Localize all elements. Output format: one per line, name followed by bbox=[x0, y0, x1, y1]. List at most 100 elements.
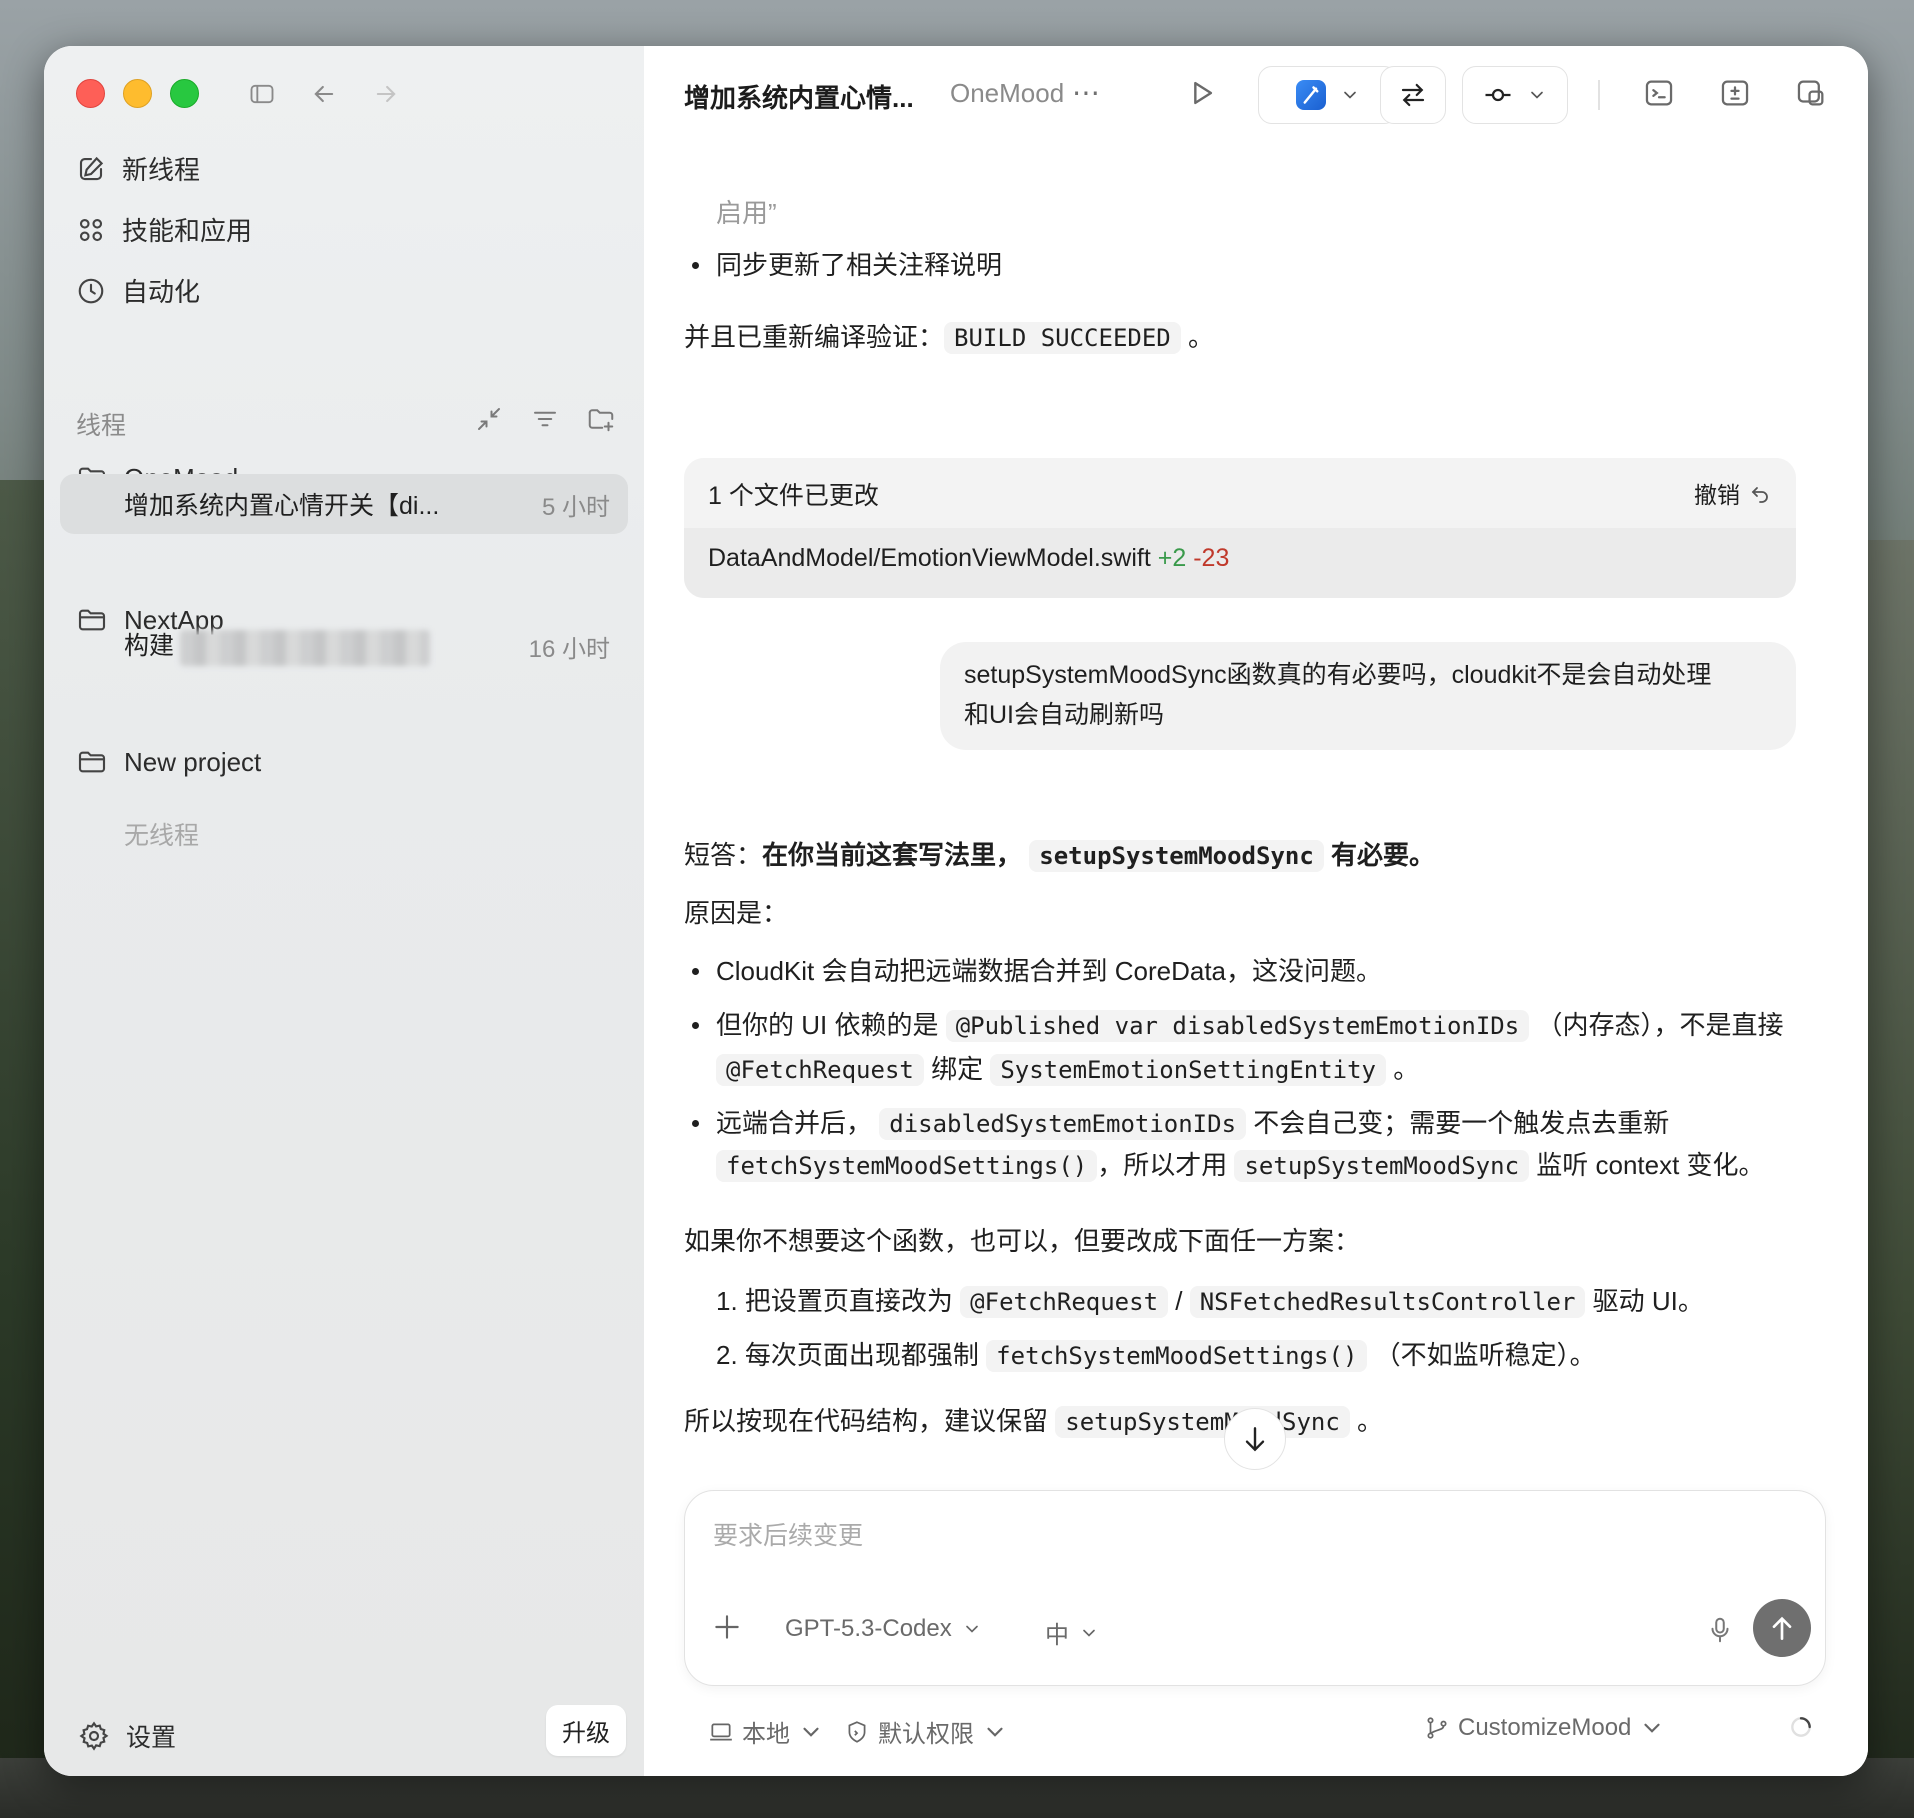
laptop-icon bbox=[710, 1723, 732, 1740]
list-item: 远端合并后， disabledSystemEmotionIDs 不会自己变；需要… bbox=[692, 1104, 1669, 1143]
additions-count: +2 bbox=[1157, 544, 1187, 572]
chevron-down-icon bbox=[1644, 1723, 1660, 1733]
file-changes-card: 1 个文件已更改 撤销 DataAndModel/EmotionViewMode… bbox=[684, 458, 1796, 598]
filter-icon[interactable] bbox=[530, 404, 560, 434]
thread-item-active[interactable]: 增加系统内置心情开关【di... 5 小时 bbox=[60, 474, 628, 534]
thread-title: 增加系统内置心情开关【di... bbox=[124, 492, 440, 520]
commit-icon bbox=[1485, 88, 1511, 102]
alternatives-title: 如果你不想要这个函数，也可以，但要改成下面任一方案： bbox=[684, 1226, 1361, 1256]
thread-item[interactable]: 构建 16 小时 bbox=[60, 616, 628, 676]
permission-selector[interactable]: 默认权限 bbox=[844, 1714, 1008, 1749]
page-title: 增加系统内置心情... bbox=[684, 83, 914, 113]
commit-dropdown[interactable] bbox=[1462, 66, 1568, 124]
send-button[interactable] bbox=[1753, 1599, 1811, 1657]
upgrade-button[interactable]: 升级 bbox=[546, 1705, 626, 1756]
undo-icon bbox=[1751, 487, 1768, 503]
arrow-down-icon bbox=[1245, 1427, 1265, 1452]
user-message-bubble: setupSystemMoodSync函数真的有必要吗，cloudkit不是会自… bbox=[940, 642, 1796, 750]
new-folder-icon[interactable] bbox=[586, 404, 616, 434]
swap-icon bbox=[1401, 83, 1425, 107]
deletions-count: -23 bbox=[1193, 544, 1230, 572]
settings-label: 设置 bbox=[126, 1724, 177, 1752]
edit-icon bbox=[79, 156, 104, 180]
nav-automation[interactable]: 自动化 bbox=[76, 272, 200, 309]
app-window: 新线程 技能和应用 自动化 线程 OneMood 增加系统内置心情开关【di..… bbox=[44, 46, 1868, 1776]
chevron-down-icon bbox=[1531, 91, 1543, 99]
ordered-item: 1. 把设置页直接改为 @FetchRequest / NSFetchedRes… bbox=[716, 1286, 1704, 1318]
branch-selector[interactable]: CustomizeMood bbox=[1424, 1714, 1665, 1742]
list-item-continuation: fetchSystemMoodSettings() ，所以才用 setupSyst… bbox=[716, 1146, 1765, 1185]
clock-icon bbox=[78, 278, 104, 303]
thread-time: 16 小时 bbox=[528, 635, 610, 663]
close-window-button[interactable] bbox=[76, 79, 105, 108]
reason-title: 原因是： bbox=[684, 898, 789, 928]
chevron-down-icon bbox=[987, 1727, 1003, 1737]
swap-button[interactable] bbox=[1380, 66, 1446, 124]
redacted-text bbox=[180, 629, 431, 666]
git-branch-icon bbox=[1427, 1717, 1447, 1739]
list-item: CloudKit 会自动把远端数据合并到 CoreData，这没问题。 bbox=[692, 952, 1382, 991]
terminal-icon[interactable] bbox=[1642, 76, 1676, 110]
arrow-up-icon bbox=[1772, 1616, 1792, 1640]
changed-file-path: DataAndModel/EmotionViewModel.swift bbox=[708, 544, 1151, 572]
nav-automation-label: 自动化 bbox=[122, 277, 201, 307]
more-options-icon[interactable]: ⋯ bbox=[1072, 76, 1101, 109]
nav-skills-apps[interactable]: 技能和应用 bbox=[76, 211, 252, 248]
list-item: 但你的 UI 依赖的是 @Published var disabledSyste… bbox=[692, 1006, 1783, 1045]
thread-title: 构建 bbox=[124, 626, 431, 666]
message-input[interactable] bbox=[711, 1521, 1795, 1552]
short-answer: 短答：在你当前这套写法里， setupSystemMoodSync 有必要。 bbox=[684, 840, 1436, 872]
build-status-code: BUILD SUCCEEDED bbox=[944, 322, 1181, 354]
changes-title: 1 个文件已更改 bbox=[708, 482, 879, 510]
toolbar-divider bbox=[1598, 80, 1600, 110]
model-selector[interactable]: GPT-5.3-Codex bbox=[785, 1615, 982, 1643]
project-label: OneMood bbox=[950, 78, 1065, 108]
microphone-icon[interactable] bbox=[1705, 1615, 1735, 1650]
sidebar: 新线程 技能和应用 自动化 线程 OneMood 增加系统内置心情开关【di..… bbox=[44, 46, 644, 1776]
threads-section-label: 线程 bbox=[76, 412, 127, 440]
folder-icon bbox=[78, 751, 106, 773]
nav-new-thread[interactable]: 新线程 bbox=[76, 150, 200, 187]
top-bar: 增加系统内置心情... OneMood ⋯ bbox=[644, 46, 1868, 138]
background-mountain-right bbox=[1864, 540, 1914, 1818]
chevron-down-icon bbox=[803, 1727, 819, 1737]
minimize-window-button[interactable] bbox=[123, 79, 152, 108]
scroll-to-bottom-button[interactable] bbox=[1224, 1408, 1286, 1470]
gear-icon bbox=[79, 1721, 109, 1751]
status-footer: 本地 默认权限 CustomizeMood bbox=[684, 1706, 1824, 1756]
xcode-icon bbox=[1296, 80, 1326, 110]
list-item: 同步更新了相关注释说明 bbox=[692, 246, 1002, 285]
grid-icon bbox=[79, 218, 103, 241]
undo-button[interactable]: 撤销 bbox=[1694, 476, 1772, 510]
verify-line: 并且已重新编译验证： BUILD SUCCEEDED 。 bbox=[684, 322, 1215, 354]
reasoning-level-selector[interactable]: 中 bbox=[1045, 1615, 1099, 1650]
changed-file-row[interactable]: DataAndModel/EmotionViewModel.swift +2 -… bbox=[684, 528, 1796, 598]
shield-icon bbox=[848, 1720, 866, 1743]
copy-window-icon[interactable] bbox=[1794, 76, 1828, 110]
project-new-project[interactable]: New project bbox=[76, 746, 261, 778]
threads-section-tools bbox=[474, 404, 616, 434]
xcode-app-dropdown[interactable] bbox=[1258, 66, 1398, 124]
run-icon[interactable] bbox=[1184, 76, 1218, 110]
collapse-icon[interactable] bbox=[474, 404, 504, 434]
main-panel: 增加系统内置心情... OneMood ⋯ 启用” 同步更新了相关注释说明 并且… bbox=[644, 46, 1868, 1776]
back-arrow-icon[interactable] bbox=[308, 78, 340, 110]
nav-skills-apps-label: 技能和应用 bbox=[122, 216, 253, 246]
forward-arrow-icon[interactable] bbox=[370, 78, 402, 110]
list-item-continuation: @FetchRequest 绑定 SystemEmotionSettingEnt… bbox=[716, 1050, 1419, 1089]
zoom-window-button[interactable] bbox=[170, 79, 199, 108]
chevron-down-icon bbox=[965, 1625, 978, 1633]
window-controls bbox=[76, 79, 199, 108]
nav-new-thread-label: 新线程 bbox=[122, 155, 201, 185]
diff-icon[interactable] bbox=[1718, 76, 1752, 110]
composer: GPT-5.3-Codex 中 bbox=[684, 1490, 1826, 1686]
thread-time: 5 小时 bbox=[541, 493, 610, 521]
add-attachment-icon[interactable] bbox=[711, 1611, 743, 1648]
prev-fragment: 启用” bbox=[716, 198, 777, 228]
chevron-down-icon bbox=[1083, 1629, 1095, 1637]
chevron-down-icon bbox=[1344, 91, 1356, 99]
settings-button[interactable]: 设置 bbox=[78, 1718, 176, 1754]
ordered-item: 2. 每次页面出现都强制 fetchSystemMoodSettings() （… bbox=[716, 1340, 1596, 1372]
environment-selector[interactable]: 本地 bbox=[708, 1714, 824, 1749]
sidebar-toggle-icon[interactable] bbox=[246, 78, 278, 110]
